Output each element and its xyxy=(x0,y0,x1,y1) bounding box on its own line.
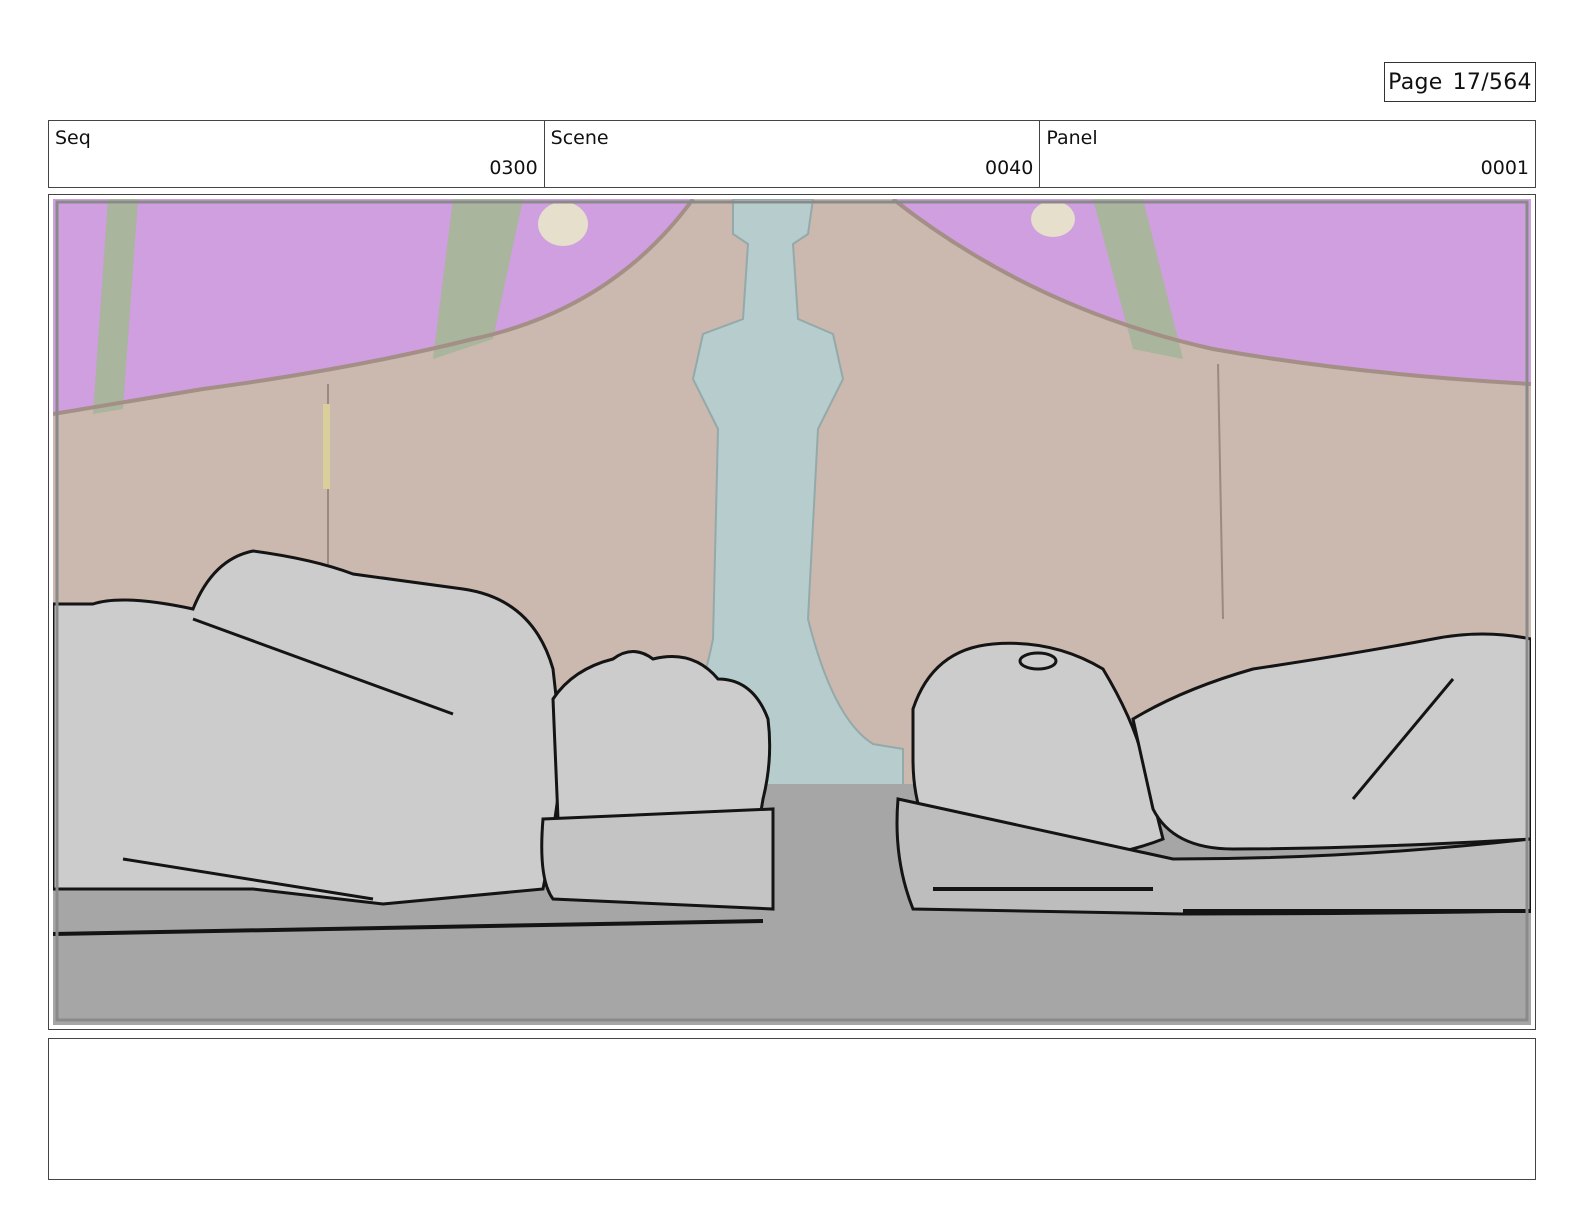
scene-label: Scene xyxy=(550,127,609,149)
seq-cell: Seq 0300 xyxy=(49,121,545,187)
seq-label: Seq xyxy=(55,127,91,149)
page-label: Page xyxy=(1388,69,1443,95)
figure-left-body xyxy=(53,549,565,906)
lamp-right xyxy=(1031,201,1075,237)
panel-cell: Panel 0001 xyxy=(1040,121,1535,187)
panel-label: Panel xyxy=(1046,127,1098,149)
wall-hinge xyxy=(323,404,330,489)
pillow-left xyxy=(540,807,775,911)
scene-value: 0040 xyxy=(984,157,1034,179)
panel-info-header: Seq 0300 Scene 0040 Panel 0001 xyxy=(48,120,1536,188)
lamp-left xyxy=(538,202,588,246)
page-count: 17/564 xyxy=(1452,69,1532,95)
storyboard-sketch-image xyxy=(53,199,1531,1025)
seq-value: 0300 xyxy=(489,157,538,179)
storyboard-panel-frame xyxy=(48,194,1536,1030)
page-number-box: Page 17/564 xyxy=(1384,62,1536,102)
panel-value: 0001 xyxy=(1480,157,1530,179)
panel-notes-box[interactable] xyxy=(48,1038,1536,1180)
scene-cell: Scene 0040 xyxy=(545,121,1041,187)
